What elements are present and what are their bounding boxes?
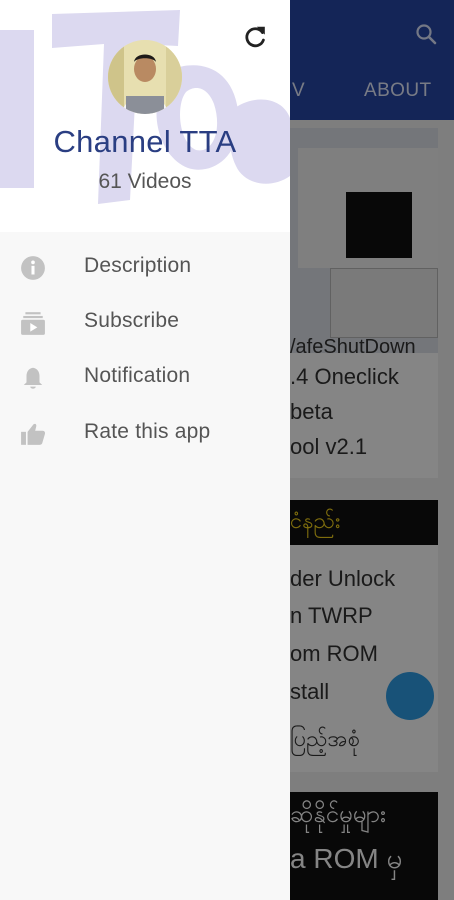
bell-icon	[23, 367, 43, 389]
thumbs-up-icon	[21, 423, 46, 445]
menu-item-label: Rate this app	[84, 420, 211, 443]
menu-item-subscribe[interactable]: Subscribe	[0, 297, 290, 349]
menu-item-notification[interactable]: Notification	[0, 352, 290, 404]
menu-item-description[interactable]: Description	[0, 242, 290, 294]
drawer-header: Channel TTA 61 Videos	[0, 0, 290, 232]
subscriptions-icon	[21, 312, 45, 335]
menu-item-label: Subscribe	[84, 309, 180, 332]
info-icon	[21, 256, 45, 280]
menu-item-label: Notification	[84, 364, 191, 387]
avatar[interactable]	[108, 40, 182, 114]
navigation-drawer: Channel TTA 61 Videos Description Subscr…	[0, 0, 290, 900]
channel-name: Channel TTA	[53, 124, 237, 159]
video-count: 61 Videos	[98, 170, 192, 193]
refresh-icon[interactable]	[241, 23, 269, 51]
menu-item-label: Description	[84, 254, 192, 277]
menu-item-rate-app[interactable]: Rate this app	[0, 408, 290, 460]
avatar-photo	[108, 40, 182, 114]
